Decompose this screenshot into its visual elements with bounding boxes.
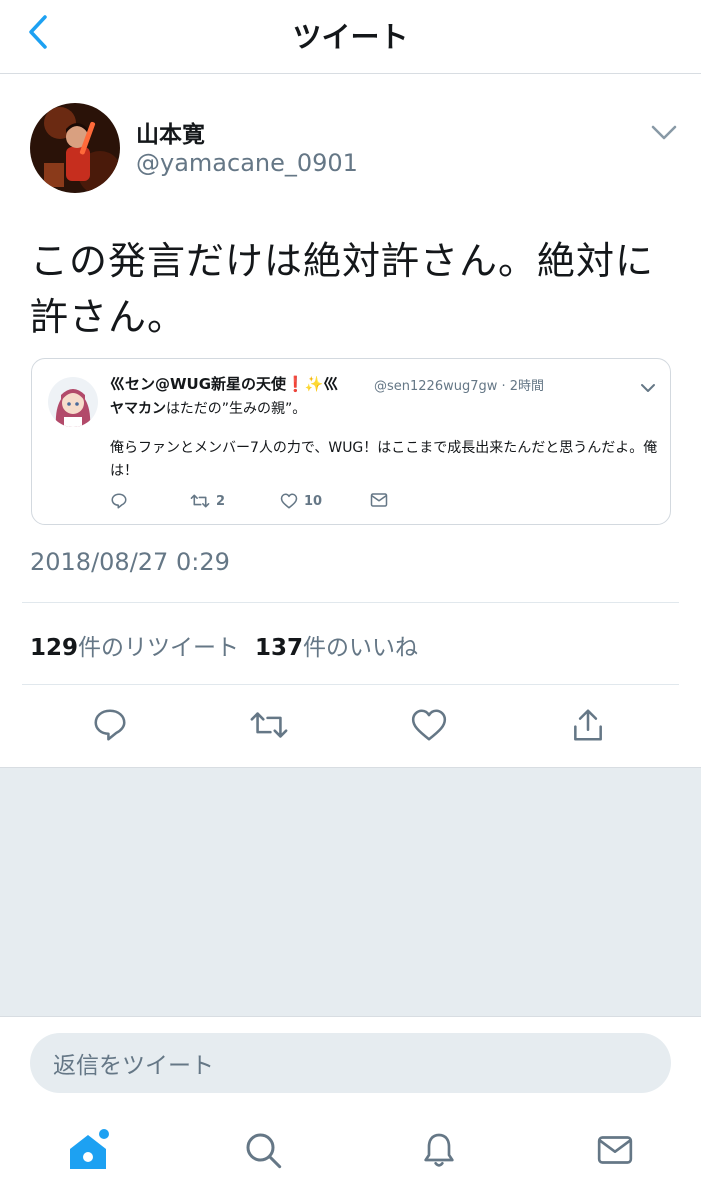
quoted-author-handle[interactable]: @sen1226wug7gw (374, 379, 497, 394)
like-button[interactable] (409, 705, 449, 745)
header-bar: ツイート (0, 0, 701, 74)
quoted-menu-button[interactable] (640, 379, 656, 392)
tab-bar (0, 1115, 701, 1200)
reply-icon (111, 493, 127, 509)
quoted-reply-button[interactable] (110, 492, 128, 510)
messages-icon (597, 1136, 633, 1164)
home-icon (70, 1129, 109, 1169)
notifications-icon (424, 1133, 454, 1167)
tweet-timestamp: 2018/08/27 0:29 (30, 548, 230, 576)
quoted-avatar-image (48, 377, 98, 427)
reply-button[interactable] (90, 705, 130, 745)
retweet-icon (190, 494, 210, 508)
tab-notifications[interactable] (414, 1125, 464, 1175)
tweet-stats: 129件のリツイート 137件のいいね (30, 628, 418, 662)
quoted-time: · 2時間 (501, 379, 545, 394)
tab-messages[interactable] (590, 1125, 640, 1175)
quoted-actions: 2 10 (110, 492, 470, 512)
heart-icon (280, 493, 298, 509)
likes-stat[interactable]: 137件のいいね (255, 635, 418, 661)
quoted-text-line2: 俺らファンとメンバー7人の力で、WUG！はここまで成長出来たんだと思うんだよ。俺… (110, 440, 658, 479)
retweet-button[interactable] (249, 705, 289, 745)
quoted-like-button[interactable]: 10 (280, 492, 322, 510)
retweets-label: 件のリツイート (78, 635, 240, 661)
tweet-menu-button[interactable] (650, 123, 678, 143)
tweet-text-line: この発言だけは絶対許さん。絶対に (30, 239, 655, 283)
quoted-retweet-count: 2 (216, 493, 226, 509)
share-icon (574, 709, 602, 741)
reply-icon (94, 709, 126, 741)
tab-search[interactable] (238, 1125, 288, 1175)
chevron-down-icon (651, 125, 677, 140)
quoted-avatar[interactable] (48, 377, 98, 427)
quoted-text-line1: ヤマカンはただの”生みの親”。 (110, 398, 306, 418)
author-handle[interactable]: @yamacane_0901 (136, 149, 358, 177)
tab-home[interactable] (64, 1125, 114, 1175)
retweet-icon (250, 712, 288, 738)
divider (22, 602, 679, 603)
share-button[interactable] (568, 705, 608, 745)
quoted-dm-button[interactable] (370, 492, 388, 508)
mail-icon (370, 493, 388, 507)
likes-count: 137 (255, 635, 304, 661)
quoted-like-count: 10 (304, 493, 323, 509)
tweet-text: この発言だけは絶対許さん。絶対に 許さん。 (30, 233, 680, 345)
chevron-down-icon (641, 384, 655, 392)
author-name[interactable]: 山本寛 (136, 115, 205, 149)
quoted-meta: @sen1226wug7gw · 2時間 (374, 375, 544, 394)
avatar-image (30, 103, 120, 193)
tweet-detail: 山本寛 @yamacane_0901 この発言だけは絶対許さん。絶対に 許さん。… (0, 75, 701, 767)
replies-area (0, 767, 701, 1017)
quoted-text-rest: はただの”生みの親”。 (166, 401, 307, 417)
retweets-stat[interactable]: 129件のリツイート (30, 635, 239, 661)
avatar[interactable] (30, 103, 120, 193)
heart-icon (411, 709, 447, 741)
retweets-count: 129 (30, 635, 79, 661)
page-title: ツイート (292, 20, 409, 54)
tweet-text-line: 許さん。 (30, 295, 187, 339)
quoted-tweet[interactable]: 巛セン@WUG新星の天使❗✨巛 @sen1226wug7gw · 2時間 ヤマカ… (31, 358, 671, 525)
divider (22, 684, 679, 685)
likes-label: 件のいいね (303, 635, 419, 661)
quoted-retweet-button[interactable]: 2 (190, 492, 225, 510)
tweet-actions (0, 705, 701, 765)
reply-input[interactable]: 返信をツイート (30, 1033, 671, 1093)
quoted-mention: ヤマカン (110, 401, 166, 417)
search-icon (246, 1133, 282, 1169)
quoted-author-name[interactable]: 巛セン@WUG新星の天使❗✨巛 (110, 373, 338, 394)
